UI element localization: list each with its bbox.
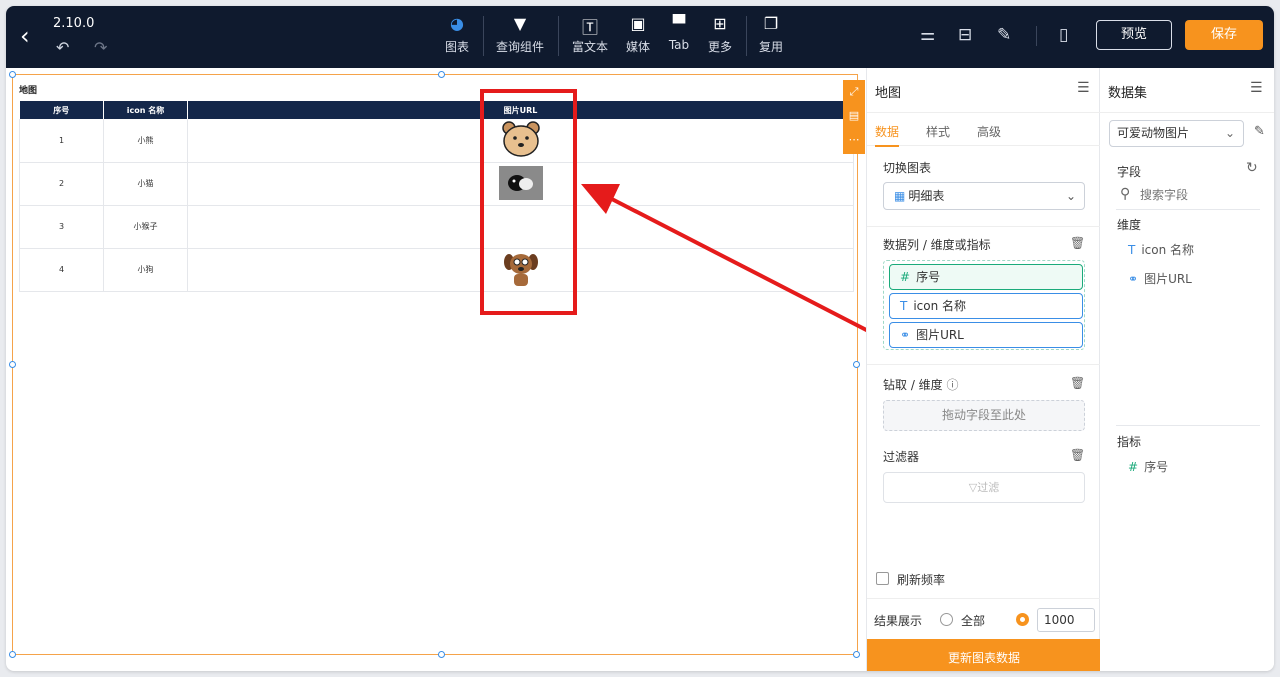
menu-icon[interactable]: ☰ <box>1077 80 1090 96</box>
tool-reuse[interactable]: ❐ 复用 <box>739 14 803 55</box>
annotation-arrow <box>581 184 879 338</box>
field-chip-name[interactable]: Ticon 名称 <box>889 293 1083 319</box>
drill-label: 钻取 / 维度 ⓘ <box>883 378 959 392</box>
chart-type-select[interactable]: ▦ 明细表 ⌄ <box>883 182 1085 210</box>
result-label: 结果展示 <box>874 614 923 628</box>
result-all-label: 全部 <box>961 614 986 628</box>
refresh-label: 刷新频率 <box>897 573 946 587</box>
copy-icon: ❐ <box>763 14 779 33</box>
filter-label: 过滤器 <box>883 450 920 464</box>
search-icon: ⚲ <box>1120 186 1131 202</box>
trash-icon[interactable]: 🗑 <box>1070 448 1085 462</box>
fields-label: 字段 <box>1117 165 1142 179</box>
refresh-checkbox[interactable] <box>876 572 889 585</box>
back-icon[interactable]: ‹ <box>20 22 30 50</box>
cell-name: 小熊 <box>103 119 188 163</box>
tool-chart[interactable]: ◕ 图表 <box>425 14 489 55</box>
filter-button[interactable]: ▽过滤 <box>883 472 1085 503</box>
dimension-item-name[interactable]: Ticon 名称 <box>1128 241 1194 258</box>
columns-label: 数据列 / 维度或指标 <box>883 238 991 252</box>
link-icon: ⚭ <box>1128 272 1139 286</box>
chart-config-panel: 地图 ☰ 数据 样式 高级 切换图表 ▦ 明细表 ⌄ 数据列 / 维度或指标 🗑 … <box>866 68 1101 671</box>
search-field-input[interactable] <box>1140 185 1260 205</box>
result-limit-input[interactable]: 1000 <box>1037 608 1095 632</box>
widget-side-tools: ⤢ ▤ ⋯ <box>843 80 865 154</box>
palette-icon[interactable]: ✎ <box>997 25 1011 45</box>
version-label: 2.10.0 <box>53 16 95 31</box>
redo-icon[interactable]: ↷ <box>94 38 107 57</box>
info-icon[interactable]: ⓘ <box>947 378 959 392</box>
cell-index: 1 <box>19 119 104 163</box>
column-header[interactable]: icon 名称 <box>103 101 188 119</box>
widget-canvas[interactable]: 地图 序号 icon 名称 图片URL 1 小熊 2 小猫 3 小猴子 4 小狗… <box>9 71 865 658</box>
layout-icon[interactable]: ⊟ <box>958 25 972 45</box>
field-chip-index[interactable]: # 序号 <box>889 264 1083 290</box>
switch-chart-label: 切换图表 <box>883 161 932 175</box>
refresh-icon[interactable]: ↻ <box>1246 160 1258 176</box>
field-chip-image-url[interactable]: ⚭ 图片URL <box>889 322 1083 348</box>
more-icon[interactable]: ⋯ <box>843 128 865 152</box>
result-limit-radio[interactable] <box>1016 613 1029 626</box>
widget-title: 地图 <box>19 86 38 96</box>
column-header[interactable]: 序号 <box>19 101 104 119</box>
chart-pie-icon: ◕ <box>450 14 464 33</box>
cell-index: 4 <box>19 248 104 292</box>
table-row: 1 小熊 <box>19 119 854 163</box>
config-tabs: 数据 样式 高级 <box>867 112 1101 147</box>
chevron-down-icon: ⌄ <box>1224 126 1235 140</box>
dataset-panel: 数据集 ☰ 可爱动物图片 ⌄ ✎ 字段 ↻ ⚲ 维度 Ticon 名称 ⚭图片U… <box>1100 68 1274 671</box>
update-chart-button[interactable]: 更新图表数据 <box>867 639 1101 671</box>
tab-style[interactable]: 样式 <box>926 123 950 140</box>
resize-handle[interactable] <box>438 651 445 658</box>
resize-handle[interactable] <box>853 361 860 368</box>
resize-handle[interactable] <box>438 71 445 78</box>
trash-icon[interactable]: 🗑 <box>1070 236 1085 250</box>
cell-name: 小猴子 <box>103 205 188 249</box>
edit-icon[interactable]: ✎ <box>1254 124 1265 139</box>
drill-drop-zone[interactable]: 拖动字段至此处 <box>883 400 1085 431</box>
metric-label: 指标 <box>1117 435 1142 449</box>
resize-handle[interactable] <box>853 651 860 658</box>
annotation-box-table-column <box>480 89 577 315</box>
save-button[interactable]: 保存 <box>1185 20 1263 50</box>
metric-item-index[interactable]: # 序号 <box>1128 458 1168 475</box>
link-icon: ⚭ <box>900 328 911 342</box>
preview-button[interactable]: 预览 <box>1096 20 1172 50</box>
chevron-down-icon: ⌄ <box>1065 189 1076 203</box>
cell-name: 小猫 <box>103 162 188 206</box>
expand-icon[interactable]: ⤢ <box>843 80 865 104</box>
trash-icon[interactable]: 🗑 <box>1070 376 1085 390</box>
resize-handle[interactable] <box>9 71 16 78</box>
tool-query[interactable]: ▼ 查询组件 <box>488 14 552 55</box>
dimension-item-image-url[interactable]: ⚭ 图片URL <box>1128 270 1192 287</box>
resize-handle[interactable] <box>9 361 16 368</box>
panel-title: 地图 <box>875 86 902 101</box>
funnel-icon: ▼ <box>513 14 527 33</box>
dataset-panel-title: 数据集 <box>1108 86 1148 101</box>
cell-index: 3 <box>19 205 104 249</box>
table-icon: ▦ <box>894 189 906 203</box>
resize-handle[interactable] <box>9 651 16 658</box>
sliders-icon[interactable]: ⚌ <box>920 25 935 45</box>
menu-icon[interactable]: ☰ <box>1250 80 1263 96</box>
cell-index: 2 <box>19 162 104 206</box>
tab-data[interactable]: 数据 <box>875 123 899 140</box>
mobile-icon[interactable]: ▯ <box>1059 25 1068 45</box>
tab-advanced[interactable]: 高级 <box>977 123 1001 140</box>
details-icon[interactable]: ▤ <box>843 104 865 128</box>
top-toolbar: ‹ 2.10.0 ↶ ↷ ◕ 图表 ▼ 查询组件 🅃 富文本 ▣ 媒体 ▀ Ta… <box>6 6 1274 68</box>
dimension-label: 维度 <box>1117 218 1142 232</box>
undo-icon[interactable]: ↶ <box>56 38 69 57</box>
app-window: ‹ 2.10.0 ↶ ↷ ◕ 图表 ▼ 查询组件 🅃 富文本 ▣ 媒体 ▀ Ta… <box>6 6 1274 671</box>
result-all-radio[interactable] <box>940 613 953 626</box>
cell-name: 小狗 <box>103 248 188 292</box>
dataset-select[interactable]: 可爱动物图片 ⌄ <box>1109 120 1244 147</box>
